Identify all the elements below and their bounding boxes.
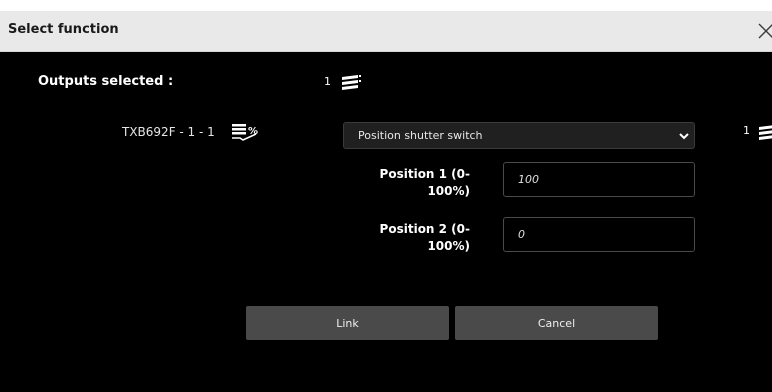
dialog-titlebar: Select function [0,11,772,52]
position2-label-line1: Position 2 (0- [379,222,470,236]
position1-label: Position 1 (0- 100%) [360,166,470,200]
function-select-value: Position shutter switch [358,129,483,142]
position2-label: Position 2 (0- 100%) [360,221,470,255]
dialog-body: Outputs selected : 1 TXB692F - 1 - 1 % P… [0,52,772,392]
link-button[interactable]: Link [246,306,449,340]
right-count: 1 [743,124,750,137]
position1-label-line1: Position 1 (0- [379,167,470,181]
outputs-selected-label: Outputs selected : [38,74,174,89]
outputs-count: 1 [324,75,331,88]
position2-label-line2: 100%) [427,239,470,253]
position1-input[interactable] [503,162,695,197]
chevron-down-icon [679,133,689,140]
cancel-button[interactable]: Cancel [455,306,658,340]
close-icon[interactable] [756,20,772,42]
stack-icon [342,75,361,90]
position1-label-line2: 100%) [427,184,470,198]
function-select[interactable]: Position shutter switch [343,122,695,149]
stack-icon [759,125,772,140]
position2-input[interactable] [503,217,695,252]
device-name: TXB692F - 1 - 1 [122,125,215,139]
dialog-title: Select function [8,22,119,37]
percent-shutter-icon: % [232,124,258,141]
